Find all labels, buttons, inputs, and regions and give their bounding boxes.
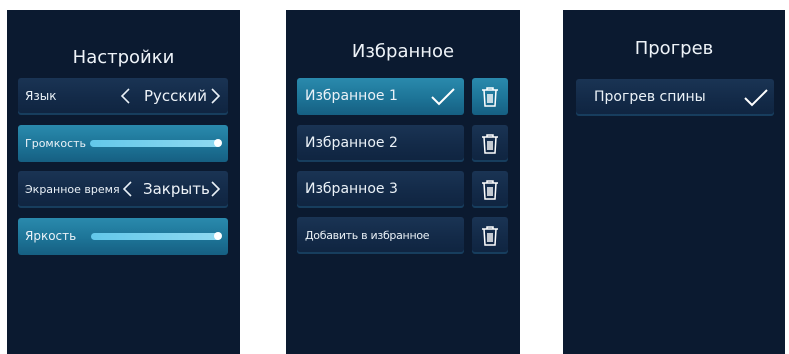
favorites-panel: Избранное Избранное 1 Избранное 2 Избран… xyxy=(286,10,520,354)
screen-time-row[interactable]: Экранное время Закрыть xyxy=(18,171,228,208)
heating-title: Прогрев xyxy=(634,38,714,59)
favorite-item-label: Избранное 3 xyxy=(305,181,398,197)
delete-favorite-1-button[interactable] xyxy=(472,78,508,115)
chevron-right-icon[interactable] xyxy=(209,179,222,199)
delete-favorite-2-button[interactable] xyxy=(472,125,508,162)
add-to-favorites-label: Добавить в избранное xyxy=(305,229,430,242)
chevron-right-icon[interactable] xyxy=(209,86,222,106)
favorite-item-label: Избранное 1 xyxy=(305,88,398,104)
language-value: Русский xyxy=(144,87,207,105)
volume-row[interactable]: Громкость xyxy=(18,125,228,162)
brightness-slider-handle[interactable] xyxy=(214,232,222,240)
delete-favorite-3-button[interactable] xyxy=(472,171,508,208)
add-to-favorites-row[interactable]: Добавить в избранное xyxy=(297,217,464,254)
heating-panel: Прогрев Прогрев спины xyxy=(563,10,785,354)
screen-time-label: Экранное время xyxy=(25,183,120,196)
language-label: Язык xyxy=(25,89,57,103)
favorite-item-2[interactable]: Избранное 2 xyxy=(297,125,464,162)
trash-icon xyxy=(482,226,498,246)
brightness-row[interactable]: Яркость xyxy=(18,218,228,255)
trash-icon xyxy=(482,134,498,154)
language-row[interactable]: Язык Русский xyxy=(18,78,228,115)
screen-time-value: Закрыть xyxy=(143,180,210,198)
trash-icon xyxy=(482,180,498,200)
check-icon xyxy=(431,88,455,106)
favorite-item-1[interactable]: Избранное 1 xyxy=(297,78,464,115)
favorite-item-label: Избранное 2 xyxy=(305,135,398,151)
trash-icon xyxy=(482,87,498,107)
volume-label: Громкость xyxy=(25,137,87,150)
check-icon xyxy=(744,89,768,107)
heating-item-label: Прогрев спины xyxy=(594,89,706,105)
brightness-label: Яркость xyxy=(25,229,77,243)
favorites-title: Избранное xyxy=(351,41,455,62)
favorite-item-3[interactable]: Избранное 3 xyxy=(297,171,464,208)
settings-panel: Настройки Язык Русский Громкость Экранно… xyxy=(7,10,240,354)
heating-item-back[interactable]: Прогрев спины xyxy=(576,79,774,116)
volume-slider[interactable] xyxy=(90,140,221,147)
delete-add-row-button[interactable] xyxy=(472,217,508,254)
volume-slider-handle[interactable] xyxy=(214,139,222,147)
chevron-left-icon[interactable] xyxy=(119,86,132,106)
chevron-left-icon[interactable] xyxy=(121,179,134,199)
settings-title: Настройки xyxy=(72,47,175,68)
brightness-slider[interactable] xyxy=(91,233,221,240)
